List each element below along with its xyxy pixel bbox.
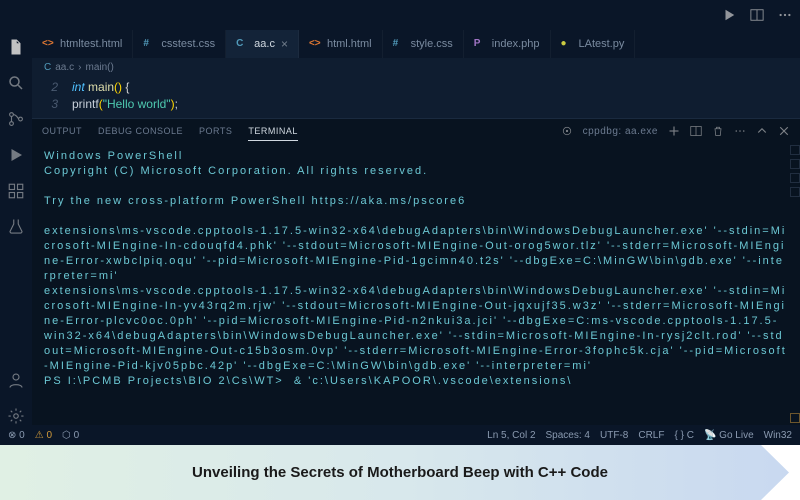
tab-label: htmltest.html [60,38,122,50]
explorer-icon[interactable] [7,38,25,56]
editor-area: <> htmltest.html # csstest.css Caa.c × <> html.… [32,30,800,425]
code-editor[interactable]: 2int main() {3 printf("Hello world"); [32,76,800,118]
tab-style-css[interactable]: # style.css [383,30,464,58]
settings-icon[interactable] [7,407,25,425]
kill-terminal-icon[interactable] [712,125,724,137]
tab-htmltest-html[interactable]: <> htmltest.html [32,30,133,58]
activity-bar [0,30,32,425]
c-file-icon: C [236,38,248,50]
panel-tab-debug-console[interactable]: DEBUG CONSOLE [98,122,183,141]
launch-config-icon[interactable] [561,125,573,137]
status-ports[interactable]: ⬡ 0 [62,430,79,441]
panel-tabs: OUTPUT DEBUG CONSOLE PORTS TERMINAL cppdbg:… [32,119,800,143]
tab-label: style.css [411,38,453,50]
panel-tab-output[interactable]: OUTPUT [42,122,82,141]
status-errors[interactable]: ⊗ 0 [8,430,25,441]
search-icon[interactable] [7,74,25,92]
tab-label: csstest.css [161,38,215,50]
account-icon[interactable] [7,371,25,389]
maximize-panel-icon[interactable] [756,125,768,137]
panel-tab-terminal[interactable]: TERMINAL [248,122,298,141]
terminal-output: Windows PowerShell Copyright (C) Microso… [44,149,788,389]
py-file-icon: ● [561,38,573,50]
tab-LAtest-py[interactable]: ● LAtest.py [551,30,636,58]
new-terminal-icon[interactable] [668,125,680,137]
close-tab-icon[interactable]: × [281,37,288,51]
code-line[interactable]: 3 printf("Hello world"); [32,95,800,112]
status-spaces[interactable]: Spaces: 4 [546,430,590,441]
status-encoding[interactable]: UTF-8 [600,430,628,441]
status-eol[interactable]: CRLF [638,430,664,441]
extensions-icon[interactable] [7,182,25,200]
run-icon[interactable] [722,8,736,22]
test-icon[interactable] [7,218,25,236]
tab-label: html.html [327,38,372,50]
launch-config[interactable]: cppdbg: aa.exe [583,126,658,137]
tab-csstest-css[interactable]: # csstest.css [133,30,226,58]
css-file-icon: # [143,38,155,50]
html-file-icon: <> [42,38,54,50]
breadcrumb[interactable]: C aa.c › main() [32,58,800,76]
split-terminal-icon[interactable] [690,125,702,137]
breadcrumb-symbol: main() [85,62,113,73]
panel: OUTPUT DEBUG CONSOLE PORTS TERMINAL cppdbg:… [32,118,800,425]
tab-label: aa.c [254,38,275,50]
tab-index-php[interactable]: Pindex.php [464,30,551,58]
tab-label: LAtest.py [579,38,625,50]
tab-aa-c[interactable]: Caa.c × [226,30,299,58]
banner-title: Unveiling the Secrets of Motherboard Bee… [0,464,800,481]
tab-html-html[interactable]: <> html.html [299,30,383,58]
source-control-icon[interactable] [7,110,25,128]
banner: Unveiling the Secrets of Motherboard Bee… [0,445,800,500]
status-lang[interactable]: { } C [674,430,693,441]
css-file-icon: # [393,38,405,50]
editor-tabs: <> htmltest.html # csstest.css Caa.c × <> html.… [32,30,800,58]
code-line[interactable]: 2int main() { [32,78,800,95]
breadcrumb-c-icon: C [44,62,51,73]
tab-label: index.php [492,38,540,50]
main-area: <> htmltest.html # csstest.css Caa.c × <> html.… [0,30,800,425]
html-file-icon: <> [309,38,321,50]
status-linecol[interactable]: Ln 5, Col 2 [487,430,535,441]
close-panel-icon[interactable] [778,125,790,137]
panel-tab-ports[interactable]: PORTS [199,122,232,141]
line-number: 3 [32,97,72,111]
more-terminal-icon[interactable] [734,125,746,137]
breadcrumb-file: aa.c [55,62,74,73]
status-platform[interactable]: Win32 [764,430,792,441]
status-golive[interactable]: 📡 Go Live [704,430,754,441]
more-icon[interactable] [778,8,792,22]
vscode-window: <> htmltest.html # csstest.css Caa.c × <> html.… [0,0,800,445]
line-number: 2 [32,80,72,94]
php-file-icon: P [474,38,486,50]
titlebar [0,0,800,30]
split-icon[interactable] [750,8,764,22]
status-bar: ⊗ 0 ⚠ 0 ⬡ 0 Ln 5, Col 2 Spaces: 4 UTF-8 … [0,425,800,445]
status-warnings[interactable]: ⚠ 0 [35,430,52,441]
run-debug-icon[interactable] [7,146,25,164]
terminal-side-icons [788,143,800,425]
terminal[interactable]: Windows PowerShell Copyright (C) Microso… [32,143,800,425]
